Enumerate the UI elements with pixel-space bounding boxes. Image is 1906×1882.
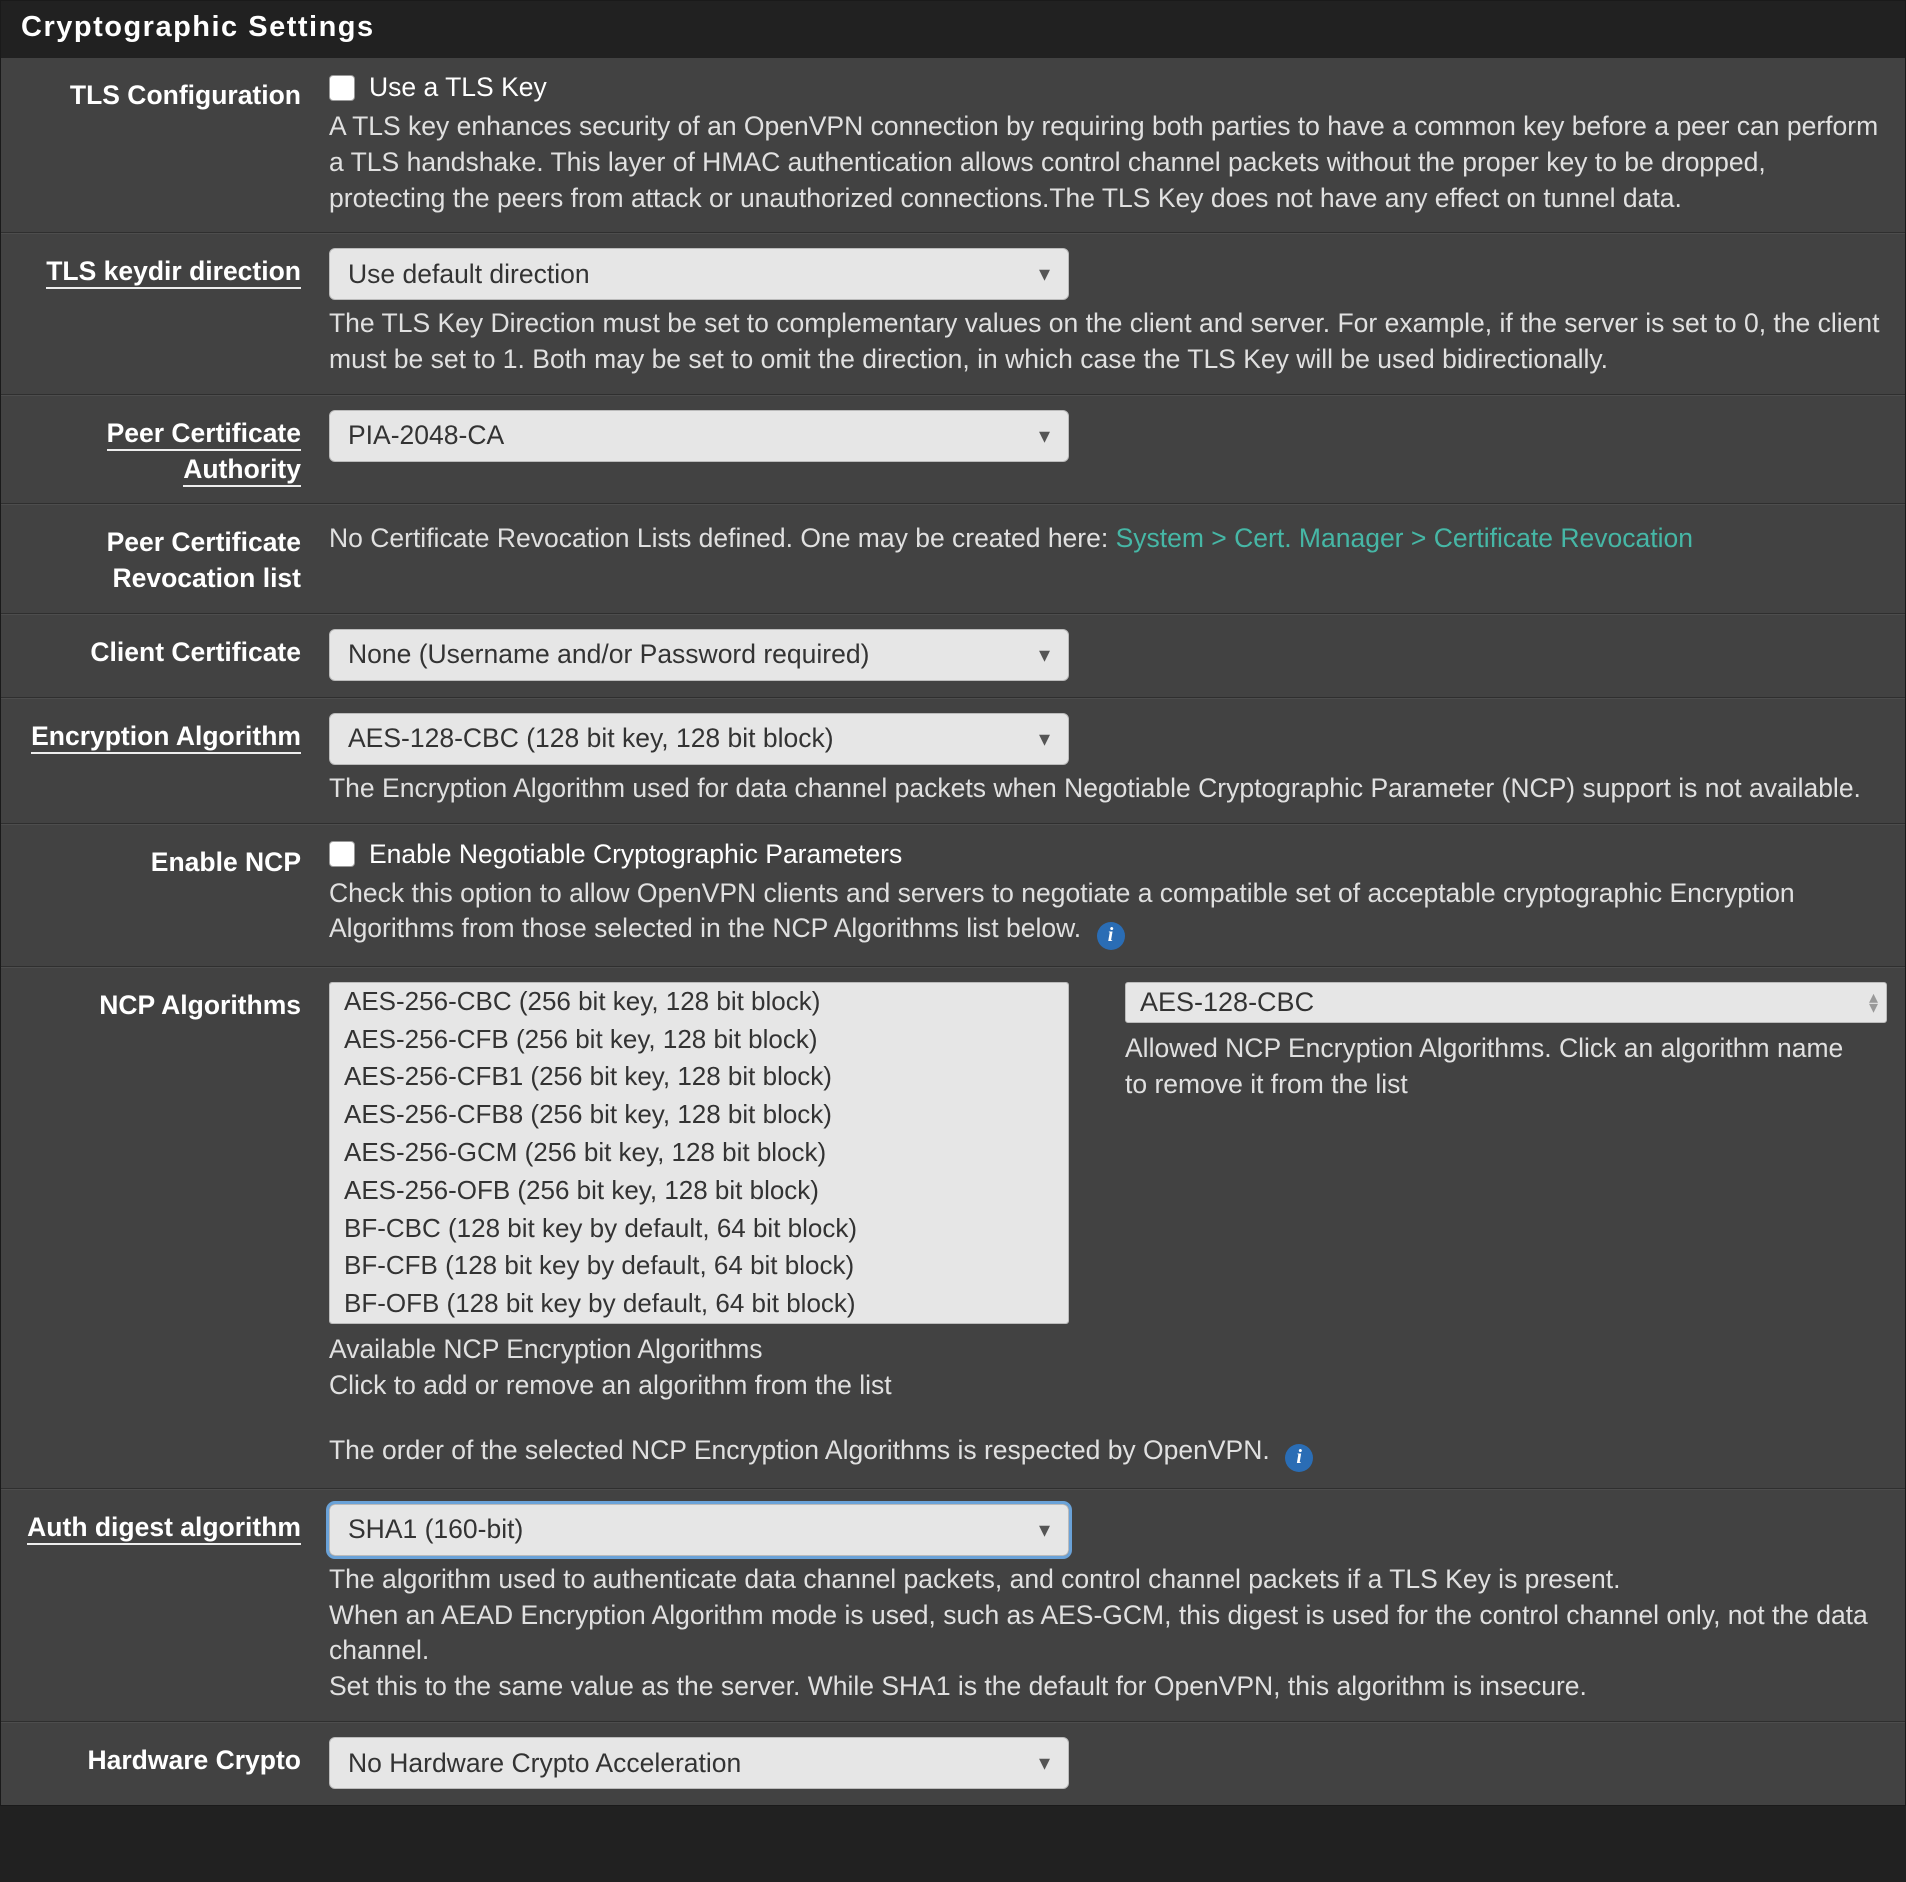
row-hardware-crypto: Hardware Crypto No Hardware Crypto Accel… (1, 1722, 1905, 1805)
chevron-down-icon: ▾ (1039, 423, 1050, 449)
scroll-down-icon: ▾ (1869, 997, 1878, 1018)
auth-digest-select[interactable]: SHA1 (160-bit) ▾ (329, 1504, 1069, 1556)
client-cert-select[interactable]: None (Username and/or Password required)… (329, 629, 1069, 681)
cert-revocation-link[interactable]: System > Cert. Manager > Certificate Rev… (1116, 523, 1693, 553)
row-auth-digest: Auth digest algorithm SHA1 (160-bit) ▾ T… (1, 1489, 1905, 1722)
row-enable-ncp: Enable NCP Enable Negotiable Cryptograph… (1, 824, 1905, 967)
peer-ca-select[interactable]: PIA-2048-CA ▾ (329, 410, 1069, 462)
list-item[interactable]: BF-CFB (128 bit key by default, 64 bit b… (330, 1247, 1068, 1285)
ncp-available-listbox[interactable]: AES-192-OFB (192 bit key, 128 bit block)… (329, 982, 1069, 1324)
label-auth-digest[interactable]: Auth digest algorithm (19, 1504, 329, 1546)
label-encryption-algorithm[interactable]: Encryption Algorithm (19, 713, 329, 755)
label-tls-keydir[interactable]: TLS keydir direction (19, 248, 329, 290)
list-item[interactable]: AES-256-CFB (256 bit key, 128 bit block) (330, 1021, 1068, 1059)
list-item[interactable]: AES-256-GCM (256 bit key, 128 bit block) (330, 1134, 1068, 1172)
list-item[interactable]: AES-128-CBC (1140, 987, 1872, 1018)
cryptographic-settings-panel: Cryptographic Settings TLS Configuration… (0, 0, 1906, 1806)
label-tls-configuration: TLS Configuration (19, 72, 329, 114)
list-item[interactable]: BF-OFB (128 bit key by default, 64 bit b… (330, 1285, 1068, 1323)
panel-title: Cryptographic Settings (1, 1, 1905, 58)
encryption-algorithm-select[interactable]: AES-128-CBC (128 bit key, 128 bit block)… (329, 713, 1069, 765)
row-peer-ca: Peer CertificateAuthority PIA-2048-CA ▾ (1, 395, 1905, 505)
label-peer-ca[interactable]: Peer CertificateAuthority (19, 410, 329, 488)
peer-crl-text: No Certificate Revocation Lists defined.… (329, 521, 1887, 557)
chevron-down-icon: ▾ (1039, 726, 1050, 752)
row-encryption-algorithm: Encryption Algorithm AES-128-CBC (128 bi… (1, 698, 1905, 824)
encryption-algorithm-help: The Encryption Algorithm used for data c… (329, 771, 1887, 807)
label-enable-ncp: Enable NCP (19, 839, 329, 881)
label-peer-crl: Peer CertificateRevocation list (19, 519, 329, 597)
hardware-crypto-select[interactable]: No Hardware Crypto Acceleration ▾ (329, 1737, 1069, 1789)
row-ncp-algorithms: NCP Algorithms AES-192-OFB (192 bit key,… (1, 967, 1905, 1489)
list-item[interactable]: AES-256-OFB (256 bit key, 128 bit block) (330, 1172, 1068, 1210)
tls-keydir-help: The TLS Key Direction must be set to com… (329, 306, 1887, 378)
auth-digest-help: The algorithm used to authenticate data … (329, 1562, 1887, 1705)
ncp-available-caption: Available NCP Encryption AlgorithmsClick… (329, 1332, 1069, 1404)
info-icon[interactable]: i (1285, 1444, 1313, 1472)
chevron-down-icon: ▾ (1039, 642, 1050, 668)
ncp-allowed-listbox[interactable]: ▴ ▾ AES-128-CBC (1125, 982, 1887, 1023)
ncp-allowed-caption: Allowed NCP Encryption Algorithms. Click… (1125, 1031, 1865, 1103)
chevron-down-icon: ▾ (1039, 1517, 1050, 1543)
row-peer-crl: Peer CertificateRevocation list No Certi… (1, 504, 1905, 614)
list-item[interactable]: AES-256-CBC (256 bit key, 128 bit block) (330, 983, 1068, 1021)
row-tls-keydir: TLS keydir direction Use default directi… (1, 233, 1905, 395)
chevron-down-icon: ▾ (1039, 261, 1050, 287)
chevron-down-icon: ▾ (1039, 1750, 1050, 1776)
panel-body: TLS Configuration Use a TLS Key A TLS ke… (1, 58, 1905, 1805)
label-ncp-algorithms: NCP Algorithms (19, 982, 329, 1024)
use-tls-key-label: Use a TLS Key (369, 72, 547, 103)
ncp-footer: The order of the selected NCP Encryption… (329, 1433, 1887, 1472)
tls-keydir-select[interactable]: Use default direction ▾ (329, 248, 1069, 300)
enable-ncp-help: Check this option to allow OpenVPN clien… (329, 876, 1887, 950)
row-client-cert: Client Certificate None (Username and/or… (1, 614, 1905, 698)
use-tls-key-checkbox[interactable] (329, 75, 355, 101)
list-item[interactable]: AES-256-CFB1 (256 bit key, 128 bit block… (330, 1058, 1068, 1096)
row-tls-configuration: TLS Configuration Use a TLS Key A TLS ke… (1, 58, 1905, 233)
label-hardware-crypto: Hardware Crypto (19, 1737, 329, 1779)
tls-help-text: A TLS key enhances security of an OpenVP… (329, 109, 1887, 216)
enable-ncp-checkbox-label: Enable Negotiable Cryptographic Paramete… (369, 839, 902, 870)
list-item[interactable]: AES-256-CFB8 (256 bit key, 128 bit block… (330, 1096, 1068, 1134)
enable-ncp-checkbox[interactable] (329, 841, 355, 867)
label-client-cert: Client Certificate (19, 629, 329, 671)
list-item[interactable]: BF-CBC (128 bit key by default, 64 bit b… (330, 1210, 1068, 1248)
info-icon[interactable]: i (1097, 922, 1125, 950)
